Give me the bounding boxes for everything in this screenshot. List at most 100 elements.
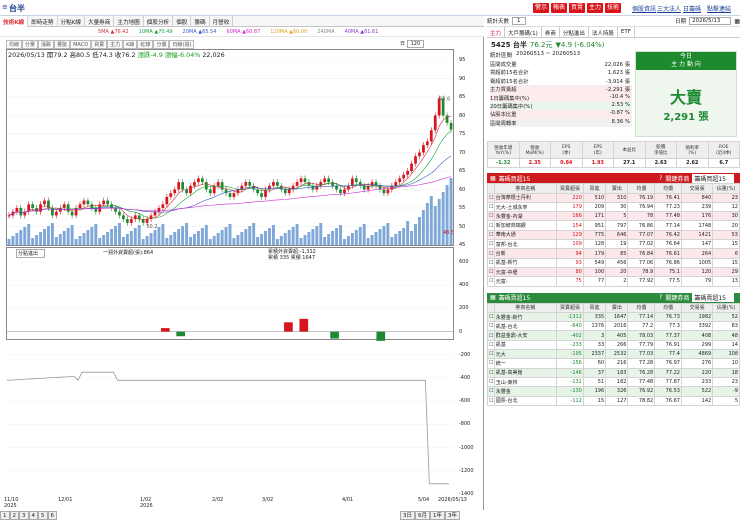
row-checkbox[interactable]: ☐ xyxy=(487,239,495,250)
table-row[interactable]: ☐ 永豐金-內湖 166 171 5 78 77.48 176 30 xyxy=(487,211,740,222)
tab-monthly-revenue[interactable]: 月營收 xyxy=(210,16,234,27)
table-row[interactable]: ☐ 凱基-新竹 93 549 456 77.06 76.86 1005 15 xyxy=(487,257,740,268)
broker-name[interactable]: 永豐金 xyxy=(493,386,558,397)
broker-name[interactable]: 元富- xyxy=(493,276,558,287)
row-checkbox[interactable]: ☐ xyxy=(487,367,495,378)
row-checkbox[interactable]: ☐ xyxy=(487,349,495,360)
table-row[interactable]: ☐ 統一 -156 60 216 77.28 76.97 276 10 xyxy=(487,358,740,369)
rtab-etf[interactable]: ETF xyxy=(618,27,635,37)
sell-filter-select[interactable]: 籌碼賣超15 xyxy=(692,293,734,303)
broker-name[interactable]: 國票-台北 xyxy=(493,395,558,406)
days-select[interactable]: 1 xyxy=(512,17,526,25)
tab-stock[interactable]: 個股 xyxy=(173,16,192,27)
broker-name[interactable]: 群益金鼎-大安 xyxy=(493,330,558,341)
stock-menu-icon[interactable]: ≡ xyxy=(2,3,8,12)
table-row[interactable]: ☐ 元富- 75 77 2 77.92 77.5 79 13 xyxy=(487,276,740,287)
broker-name[interactable]: 凱基 xyxy=(493,339,558,351)
table-row[interactable]: ☐ 新加坡商瑞銀 154 951 797 76.86 77.14 1748 20 xyxy=(487,220,740,231)
rtab-main[interactable]: 主力 xyxy=(487,27,506,37)
row-checkbox[interactable]: ☐ xyxy=(487,257,495,268)
tab-chips[interactable]: 籌碼 xyxy=(191,16,210,27)
tab-main-map[interactable]: 主力地圖 xyxy=(114,16,144,27)
alert-button[interactable]: 警示 xyxy=(533,3,549,13)
tab-big-broker[interactable]: 大量券商 xyxy=(85,16,115,27)
main-force-button[interactable]: 主力 xyxy=(587,3,603,13)
page-tab-2[interactable]: 2 xyxy=(9,511,19,520)
calendar-icon[interactable]: ▦ xyxy=(734,18,740,25)
period-3y[interactable]: 3年 xyxy=(445,511,460,520)
row-checkbox[interactable]: ☐ xyxy=(487,330,495,341)
broker-name[interactable]: 台新 xyxy=(493,248,558,259)
page-tab-1[interactable]: 1 xyxy=(0,511,10,520)
link-daily-chips[interactable]: 日籌碼 xyxy=(683,4,701,13)
rtab-broker[interactable]: 券商 xyxy=(542,27,560,37)
row-checkbox[interactable]: ☐ xyxy=(487,201,495,213)
broker-name[interactable]: 凱基-新竹 xyxy=(493,257,558,268)
table-row[interactable]: ☐ 富邦-台北 109 128 19 77.02 76.64 147 15 xyxy=(487,239,740,250)
page-tab-3[interactable]: 3 xyxy=(19,511,29,520)
row-checkbox[interactable]: ☐ xyxy=(487,229,495,241)
row-checkbox[interactable]: ☐ xyxy=(487,358,495,369)
table-row[interactable]: ☐ 元大-土城永寧 179 209 30 76.94 77.23 239 12 xyxy=(487,201,740,213)
period-3d[interactable]: 3日 xyxy=(400,511,415,520)
period-1y[interactable]: 1年 xyxy=(430,511,445,520)
table-row[interactable]: ☐ 凱基 -233 33 266 77.79 76.91 299 14 xyxy=(487,339,740,351)
sub-indicator-select[interactable]: 分點進出 xyxy=(16,249,46,258)
rtab-big[interactable]: 大戶籌碼(1) xyxy=(505,27,542,37)
page-tab-5[interactable]: 5 xyxy=(38,511,48,520)
buy-filter-select[interactable]: 籌碼買超15 xyxy=(692,173,734,183)
broker-name[interactable]: 元富-中壢 xyxy=(493,266,558,278)
link-stock-info[interactable]: 個股資訊 xyxy=(632,4,656,13)
broker-name[interactable]: 元大 xyxy=(493,349,558,360)
table-row[interactable]: ☐ 華南大通 129 775 646 77.07 76.42 1421 53 xyxy=(487,229,740,241)
table-row[interactable]: ☐ 元大 -195 2337 2532 77.03 77.4 4869 108 xyxy=(487,349,740,360)
tab-tech-k[interactable]: 技術K線 xyxy=(0,16,29,27)
tool-volume[interactable]: 分量 xyxy=(22,40,39,49)
row-checkbox[interactable]: ☐ xyxy=(487,266,495,278)
broker-name[interactable]: 永豐金-內湖 xyxy=(493,211,558,222)
tool-redgreen[interactable]: 紅綠 xyxy=(137,40,154,49)
tool-trade[interactable]: 買賣 xyxy=(91,40,108,49)
table-row[interactable]: ☐ 凱基-高美館 -146 37 183 76.28 77.22 220 18 xyxy=(487,367,740,378)
tool-main[interactable]: 主力 xyxy=(107,40,124,49)
broker-name[interactable]: 元大-土城永寧 xyxy=(493,201,558,213)
tool-price-dist[interactable]: 分價 xyxy=(153,40,170,49)
broker-name[interactable]: 永豐金-新竹 xyxy=(493,311,558,323)
page-tab-4[interactable]: 4 xyxy=(28,511,38,520)
row-checkbox[interactable]: ☐ xyxy=(487,339,495,351)
row-checkbox[interactable]: ☐ xyxy=(487,248,495,259)
broker-name[interactable]: 富邦-台北 xyxy=(493,239,558,250)
page-tab-6[interactable]: 6 xyxy=(47,511,57,520)
broker-name[interactable]: 統一 xyxy=(493,358,558,369)
period-6m[interactable]: 6月 xyxy=(415,511,430,520)
rtab-inst[interactable]: 法人持股 xyxy=(589,27,618,37)
table-row[interactable]: ☐ 群益金鼎-大安 -402 3 405 78.03 77.37 408 48 xyxy=(487,330,740,341)
row-checkbox[interactable]: ☐ xyxy=(487,321,495,332)
link-institutions[interactable]: 三大法人 xyxy=(657,4,681,13)
tab-stock-analysis[interactable]: 個股分析 xyxy=(144,16,174,27)
table-row[interactable]: ☐ 台灣摩根士丹利 220 510 310 76.19 76.41 840 23 xyxy=(487,192,740,203)
table-row[interactable]: ☐ 永豐金-新竹 -1312 335 1647 77.14 76.73 1982 52 xyxy=(487,311,740,323)
tab-branch-k[interactable]: 分點K線 xyxy=(58,16,85,27)
date-input[interactable]: 2026/5/13 xyxy=(689,17,732,25)
table-row[interactable]: ☐ 台新 94 179 85 76.84 76.61 264 6 xyxy=(487,248,740,259)
row-checkbox[interactable]: ☐ xyxy=(487,192,495,203)
tool-macd[interactable]: MACD xyxy=(70,40,92,49)
broker-name[interactable]: 凱基-台北 xyxy=(493,321,558,332)
row-checkbox[interactable]: ☐ xyxy=(487,395,495,406)
tab-realtime[interactable]: 即時走勢 xyxy=(28,16,58,27)
rtab-branch[interactable]: 分點進出 xyxy=(560,27,589,37)
broker-name[interactable]: 台灣摩根士丹利 xyxy=(493,192,558,203)
tool-energy[interactable]: 量能 xyxy=(54,40,71,49)
tool-period[interactable]: 日線(週) xyxy=(169,40,195,49)
row-checkbox[interactable]: ☐ xyxy=(487,311,495,323)
table-row[interactable]: ☐ 凱基-台北 -640 1376 2016 77.2 77.3 3392 83 xyxy=(487,321,740,332)
table-row[interactable]: ☐ 永豐金 -130 196 326 76.92 76.53 522 -9 xyxy=(487,386,740,397)
broker-name[interactable]: 華南大通 xyxy=(493,229,558,241)
broker-name[interactable]: 新加坡商瑞銀 xyxy=(493,220,558,231)
period-selector[interactable]: 日 120 xyxy=(400,40,425,48)
tool-updown[interactable]: 漲跌 xyxy=(38,40,55,49)
broker-name[interactable]: 玉山-東林 xyxy=(493,376,558,388)
tool-ma[interactable]: 均線 xyxy=(6,40,23,49)
report-button[interactable]: 報表 xyxy=(551,3,567,13)
